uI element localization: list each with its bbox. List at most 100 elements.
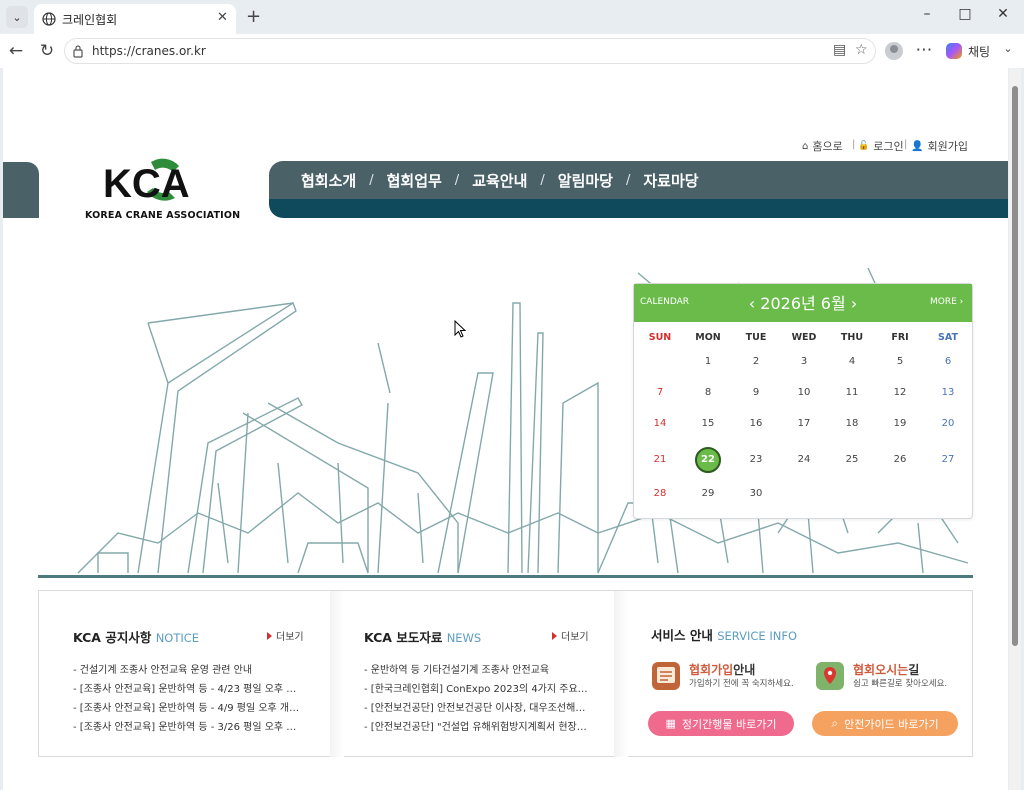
ground-line <box>38 575 973 578</box>
calendar-day[interactable]: 6 <box>924 356 972 367</box>
minimize-icon[interactable]: – <box>917 6 937 22</box>
calendar-day[interactable]: 21 <box>636 454 684 465</box>
info-boxes: KCA 공지사항 NOTICE 더보기 - 건설기계 조종사 안전교육 운영 관… <box>38 590 973 757</box>
safety-guide-button[interactable]: ⌕ 안전가이드 바로가기 <box>812 711 958 736</box>
main-navigation: 협회소개 / 협회업무 / 교육안내 / 알림마당 / 자료마당 <box>269 161 1008 199</box>
calendar-day[interactable]: 1 <box>684 356 732 367</box>
notice-item[interactable]: - [조종사 안전교육] 운반하역 등 - 3/26 평일 오후 개설 안내 <box>73 718 305 733</box>
calendar-dow: MON <box>695 332 721 343</box>
calendar-day[interactable]: 15 <box>684 418 732 429</box>
calendar-day[interactable]: 28 <box>636 488 684 499</box>
scrollbar-thumb[interactable] <box>1012 86 1018 646</box>
browser-tab[interactable]: 크레인협회 ✕ <box>34 4 236 34</box>
map-pin-icon <box>816 662 844 690</box>
browser-tab-bar: ⌄ 크레인협회 ✕ + – □ ✕ <box>0 0 1024 34</box>
search-icon: ⌕ <box>831 716 839 730</box>
calendar-day[interactable]: 10 <box>780 387 828 398</box>
calendar-dow: THU <box>840 332 864 343</box>
home-icon: ⌂ <box>802 140 809 152</box>
notice-item[interactable]: - [조종사 안전교육] 운반하역 등 - 4/23 평일 오후 개설 안내 <box>73 680 305 695</box>
reader-mode-icon[interactable]: ▤ <box>833 42 846 58</box>
chat-chevron-icon[interactable]: ⌄ <box>998 42 1018 55</box>
calendar-day[interactable]: 12 <box>876 387 924 398</box>
favorite-star-icon[interactable]: ☆ <box>855 42 868 58</box>
calendar-day[interactable]: 8 <box>684 387 732 398</box>
calendar-day[interactable]: 14 <box>636 418 684 429</box>
join-guide-link[interactable]: 협회가입안내 가입하기 전에 꼭 숙지하세요. <box>651 659 811 695</box>
back-arrow-icon[interactable]: ← <box>6 41 26 61</box>
news-item[interactable]: - [한국크레인협회] ConExpo 2023의 4가지 주요 트렌드 <box>364 680 589 695</box>
calendar-day[interactable]: 17 <box>780 418 828 429</box>
calendar-header: CALENDAR ‹ 2026년 6월 › MORE › <box>634 284 972 322</box>
left-decor-tab <box>3 162 39 218</box>
logo-subtitle: KOREA CRANE ASSOCIATION <box>85 210 241 221</box>
calendar-widget: CALENDAR ‹ 2026년 6월 › MORE › SUN MON TUE WE… <box>633 283 973 519</box>
calendar-day[interactable]: 26 <box>876 454 924 465</box>
triangle-right-icon <box>552 631 557 640</box>
news-item[interactable]: - [안전보건공단] "건설업 유해위험방지계획서 현장 점검" <box>364 718 589 733</box>
calendar-day[interactable]: 23 <box>732 454 780 465</box>
profile-avatar[interactable] <box>885 42 903 60</box>
directions-link[interactable]: 협회오시는길 쉽고 빠른길로 찾아오세요. <box>815 659 965 695</box>
calendar-day[interactable]: 19 <box>876 418 924 429</box>
notice-item[interactable]: - [조종사 안전교육] 운반하역 등 - 4/9 평일 오후 개설 안내 <box>73 699 305 714</box>
calendar-day[interactable]: 18 <box>828 418 876 429</box>
calendar-day[interactable]: 7 <box>636 387 684 398</box>
periodical-button[interactable]: ▦ 정기간행물 바로가기 <box>648 711 794 736</box>
gnb-education[interactable]: 교육안내 <box>472 170 527 191</box>
calendar-day[interactable]: 4 <box>828 356 876 367</box>
calendar-dow: FRI <box>891 332 909 343</box>
calendar-day[interactable]: 11 <box>828 387 876 398</box>
calendar-day[interactable]: 2 <box>732 356 780 367</box>
login-link[interactable]: 🔓 로그인 <box>858 138 904 154</box>
next-month-chevron-icon[interactable]: › <box>851 294 857 313</box>
new-tab-plus-icon[interactable]: + <box>246 6 261 27</box>
notice-more-link[interactable]: 더보기 <box>267 628 304 643</box>
lock-icon <box>73 45 83 58</box>
gnb-notice[interactable]: 알림마당 <box>558 170 613 191</box>
news-item[interactable]: - 운반하역 등 기타건설기계 조종사 안전교육 <box>364 661 589 676</box>
calendar-day[interactable]: 20 <box>924 418 972 429</box>
gnb-about[interactable]: 협회소개 <box>301 170 356 191</box>
chat-button[interactable]: 채팅 <box>968 43 990 60</box>
copilot-icon[interactable] <box>946 43 962 59</box>
calendar-day[interactable]: 13 <box>924 387 972 398</box>
address-bar[interactable]: https://cranes.or.kr ▤ ☆ <box>64 38 876 64</box>
document-icon <box>652 662 680 690</box>
window-close-icon[interactable]: ✕ <box>993 6 1013 22</box>
calculator-icon: ▦ <box>665 717 676 730</box>
calendar-day[interactable]: 24 <box>780 454 828 465</box>
news-title: KCA 보도자료 NEWS <box>364 630 482 645</box>
close-tab-icon[interactable]: ✕ <box>217 10 228 25</box>
kca-logo[interactable]: KCA <box>101 154 211 212</box>
calendar-day[interactable]: 22 <box>684 454 732 465</box>
calendar-day[interactable]: 16 <box>732 418 780 429</box>
calendar-day[interactable]: 27 <box>924 454 972 465</box>
home-link[interactable]: ⌂ 홈으로 <box>802 138 843 154</box>
gnb-resources[interactable]: 자료마당 <box>643 170 698 191</box>
tab-title: 크레인협회 <box>62 13 118 27</box>
calendar-day[interactable]: 9 <box>732 387 780 398</box>
refresh-icon[interactable]: ↻ <box>37 41 57 61</box>
notice-item[interactable]: - 건설기계 조종사 안전교육 운영 관련 안내 <box>73 661 313 676</box>
calendar-day[interactable]: 3 <box>780 356 828 367</box>
calendar-day[interactable]: 5 <box>876 356 924 367</box>
news-more-link[interactable]: 더보기 <box>552 628 589 643</box>
more-options-icon[interactable]: ⋯ <box>914 40 934 60</box>
calendar-day[interactable]: 25 <box>828 454 876 465</box>
triangle-right-icon <box>267 631 272 640</box>
calendar-dow: SUN <box>648 332 672 343</box>
join-link[interactable]: 👤 회원가입 <box>911 138 968 154</box>
logo-text: KCA <box>103 162 190 206</box>
page-scrollbar[interactable] <box>1009 68 1021 790</box>
gnb-business[interactable]: 협회업무 <box>387 170 442 191</box>
calendar-more-link[interactable]: MORE › <box>930 297 963 307</box>
tab-actions-chevron-icon[interactable]: ⌄ <box>6 6 28 28</box>
maximize-icon[interactable]: □ <box>955 6 975 22</box>
calendar-day[interactable]: 29 <box>684 488 732 499</box>
calendar-day[interactable]: 30 <box>732 488 780 499</box>
news-item[interactable]: - [안전보건공단] 안전보건공단 이사장, 대우조선해양 방문 <box>364 699 589 714</box>
gnb-underbar <box>269 199 1008 218</box>
calendar-month-title: 2026년 6월 <box>760 294 846 313</box>
prev-month-chevron-icon[interactable]: ‹ <box>749 294 755 313</box>
